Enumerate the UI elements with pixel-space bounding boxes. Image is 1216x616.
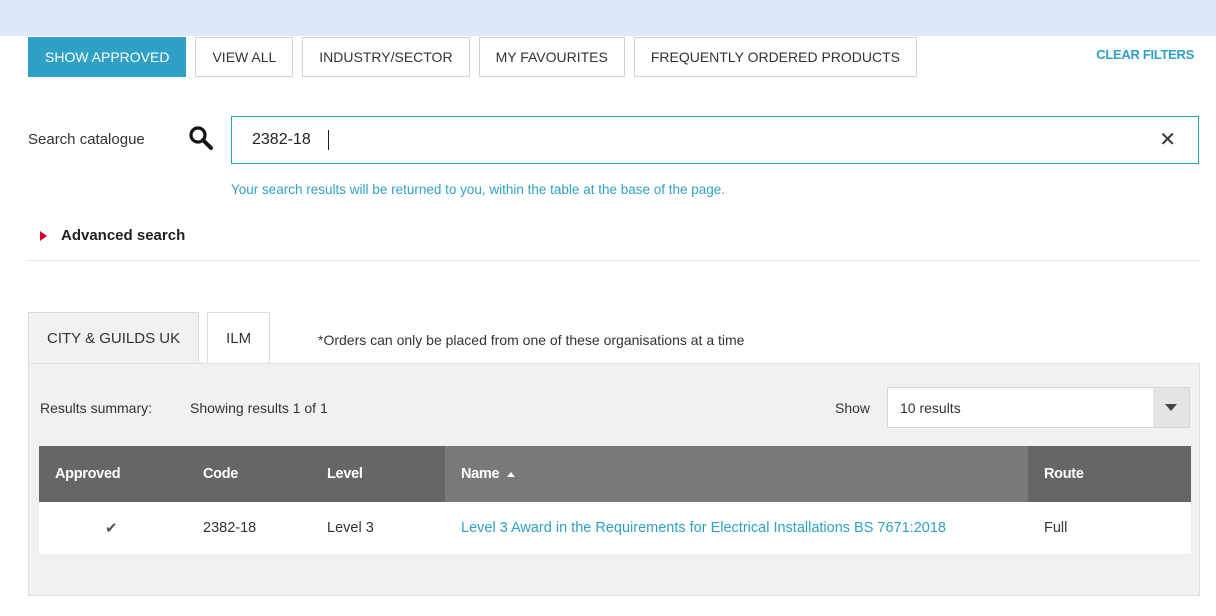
frequently-ordered-button[interactable]: FREQUENTLY ORDERED PRODUCTS bbox=[633, 37, 918, 77]
chevron-right-icon bbox=[40, 230, 47, 241]
column-header-level[interactable]: Level bbox=[311, 446, 445, 502]
show-label: Show bbox=[835, 400, 871, 416]
organisation-tabs: CITY & GUILDS UK ILM bbox=[28, 312, 278, 364]
advanced-search-toggle[interactable]: Advanced search bbox=[40, 227, 185, 244]
results-summary-label: Results summary: bbox=[40, 400, 153, 416]
dropdown-button[interactable] bbox=[1153, 388, 1189, 427]
view-all-button[interactable]: VIEW ALL bbox=[195, 37, 294, 77]
filter-bar: SHOW APPROVED VIEW ALL INDUSTRY/SECTOR M… bbox=[28, 37, 918, 77]
table-header: Approved Code Level Name Route bbox=[39, 446, 1191, 502]
page-size-value: 10 results bbox=[900, 400, 961, 416]
my-favourites-button[interactable]: MY FAVOURITES bbox=[478, 37, 625, 77]
column-header-name-label: Name bbox=[461, 466, 500, 482]
results-panel: Results summary: Showing results 1 of 1 … bbox=[28, 363, 1200, 596]
text-caret bbox=[328, 130, 329, 150]
search-label: Search catalogue bbox=[28, 131, 145, 148]
search-hint: Your search results will be returned to … bbox=[231, 182, 726, 197]
sort-ascending-icon bbox=[507, 471, 516, 477]
product-name-link[interactable]: Level 3 Award in the Requirements for El… bbox=[445, 502, 1028, 554]
search-box: ✕ bbox=[231, 116, 1199, 164]
top-bar bbox=[0, 0, 1216, 36]
page-size-select[interactable]: 10 results bbox=[887, 387, 1190, 428]
column-header-approved[interactable]: Approved bbox=[39, 446, 187, 502]
column-header-name[interactable]: Name bbox=[445, 446, 1028, 502]
clear-filters-link[interactable]: CLEAR FILTERS bbox=[1096, 47, 1194, 62]
close-icon[interactable]: ✕ bbox=[1159, 129, 1176, 151]
show-approved-button[interactable]: SHOW APPROVED bbox=[28, 37, 187, 77]
cell-route: Full bbox=[1044, 520, 1068, 536]
column-header-code[interactable]: Code bbox=[187, 446, 311, 502]
cell-level: Level 3 bbox=[327, 520, 374, 536]
tab-city-guilds-uk[interactable]: CITY & GUILDS UK bbox=[28, 312, 200, 364]
results-summary-text: Showing results 1 of 1 bbox=[190, 400, 328, 416]
results-table: Approved Code Level Name Route ✔ 2382-18… bbox=[39, 446, 1191, 554]
search-icon[interactable] bbox=[188, 125, 214, 151]
tab-ilm[interactable]: ILM bbox=[207, 312, 271, 364]
chevron-down-icon bbox=[1165, 404, 1177, 411]
organisation-note: *Orders can only be placed from one of t… bbox=[318, 332, 745, 348]
search-input[interactable] bbox=[232, 117, 1132, 163]
table-row: ✔ 2382-18 Level 3 Level 3 Award in the R… bbox=[39, 502, 1191, 554]
cell-code: 2382-18 bbox=[203, 520, 257, 536]
column-header-route[interactable]: Route bbox=[1028, 446, 1191, 502]
divider bbox=[28, 260, 1200, 261]
advanced-search-label: Advanced search bbox=[61, 227, 186, 244]
check-icon: ✔ bbox=[105, 520, 118, 537]
industry-sector-button[interactable]: INDUSTRY/SECTOR bbox=[302, 37, 470, 77]
